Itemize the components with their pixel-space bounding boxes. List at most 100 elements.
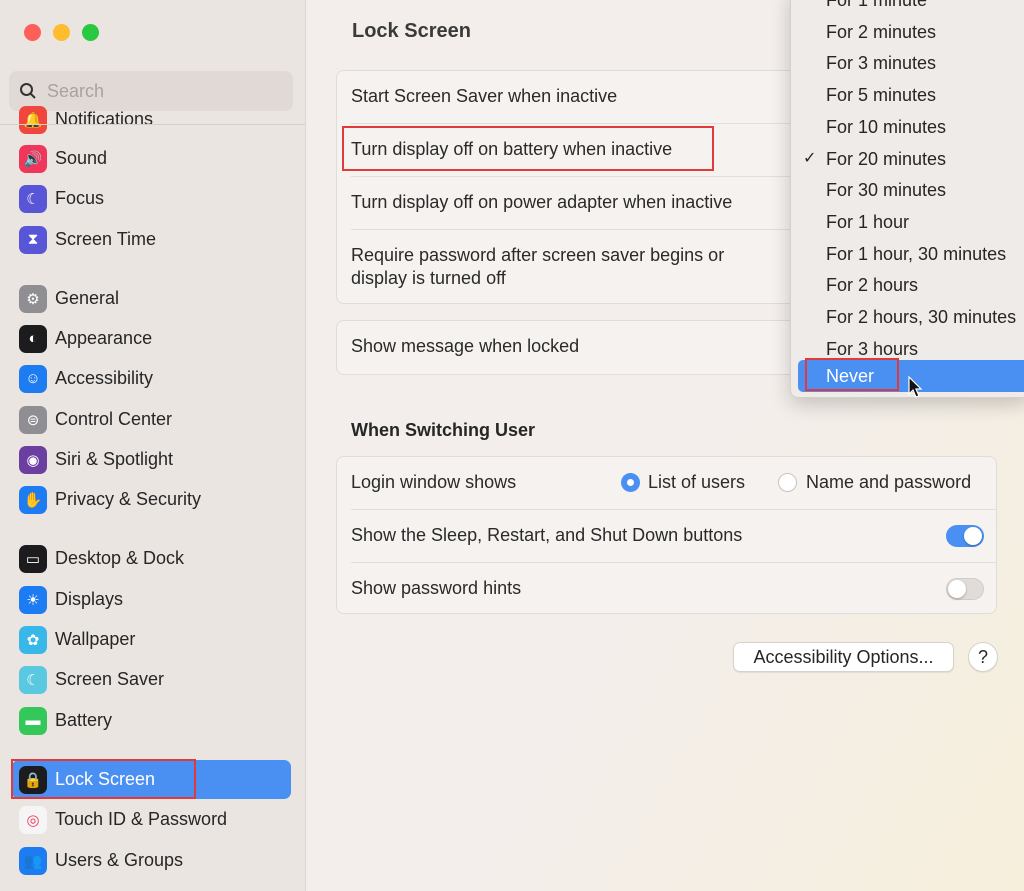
- checkmark-icon: ✓: [803, 149, 817, 167]
- sidebar-item-label: Displays: [55, 589, 124, 609]
- close-button[interactable]: [24, 24, 41, 41]
- moon-icon: ☾: [19, 184, 47, 213]
- radio-name-and-password[interactable]: [778, 473, 797, 492]
- display-off-adapter-label: Turn display off on power adapter when i…: [351, 192, 733, 212]
- hourglass-icon: ⧗: [19, 225, 47, 254]
- sidebar-item-label: Screen Saver: [55, 669, 165, 689]
- users-icon: 👥: [19, 846, 47, 875]
- menu-item-label: For 30 minutes: [826, 180, 947, 201]
- start-screen-saver-label: Start Screen Saver when inactive: [351, 86, 618, 106]
- menu-item[interactable]: For 2 hours: [791, 269, 1024, 301]
- sleep-buttons-toggle[interactable]: [946, 525, 984, 547]
- password-hints-label: Show password hints: [351, 578, 522, 598]
- sidebar-item-control-center[interactable]: ⊜ Control Center: [12, 400, 291, 439]
- menu-item-label: For 3 hours: [826, 338, 919, 359]
- sidebar-item-general[interactable]: ⚙ General: [12, 279, 291, 318]
- radio-name-and-password-label[interactable]: Name and password: [806, 471, 971, 494]
- menu-item[interactable]: For 1 hour: [791, 206, 1024, 238]
- appearance-icon: ◐: [19, 324, 47, 353]
- toggles-icon: ⊜: [19, 405, 47, 434]
- sleep-buttons-label: Show the Sleep, Restart, and Shut Down b…: [351, 525, 743, 545]
- menu-item[interactable]: ✓ For 20 minutes: [791, 143, 1024, 175]
- radio-list-of-users-label[interactable]: List of users: [648, 471, 745, 494]
- display-off-battery-label[interactable]: Turn display off on battery when inactiv…: [351, 138, 672, 161]
- menu-item-label: For 1 minute: [826, 0, 928, 10]
- sidebar-item-sound[interactable]: 🔊 Sound: [12, 139, 291, 178]
- accessibility-icon: ☺: [19, 364, 47, 393]
- search-icon: [20, 83, 36, 99]
- menu-item[interactable]: For 1 minute: [791, 0, 1024, 16]
- zoom-button[interactable]: [82, 24, 99, 41]
- sidebar-item-focus[interactable]: ☾ Focus: [12, 179, 291, 218]
- menu-item-label: For 20 minutes: [826, 148, 947, 169]
- sidebar-item-appearance[interactable]: ◐ Appearance: [12, 319, 291, 358]
- minimize-button[interactable]: [53, 24, 70, 41]
- gear-icon: ⚙: [19, 284, 47, 313]
- menu-item-label: For 2 hours: [826, 275, 919, 296]
- sidebar-item-label: Desktop & Dock: [55, 548, 185, 568]
- flower-icon: ✿: [19, 625, 47, 654]
- bell-icon: 🔔: [19, 105, 47, 134]
- sidebar-item-siri-spotlight[interactable]: ◉ Siri & Spotlight: [12, 440, 291, 479]
- sidebar: Search 🔔 Notifications 🔊 Sound ☾ Focus ⧗ Screen…: [0, 0, 306, 891]
- menu-item[interactable]: For 10 minutes: [791, 111, 1024, 143]
- sidebar-item-displays[interactable]: ☀ Displays: [12, 580, 291, 619]
- battery-icon: ▬: [19, 706, 47, 735]
- speaker-icon: 🔊: [19, 144, 47, 173]
- menu-item[interactable]: For 2 hours, 30 minutes: [791, 301, 1024, 333]
- switching-user-heading: When Switching User: [351, 420, 536, 440]
- sidebar-item-notifications[interactable]: 🔔 Notifications: [12, 100, 291, 139]
- menu-item-label: For 1 hour, 30 minutes: [826, 243, 1007, 264]
- sidebar-item-label: Privacy & Security: [55, 489, 202, 509]
- sidebar-item-label: Wallpaper: [55, 629, 136, 649]
- switching-user-card: Login window shows List of users Name an…: [336, 456, 997, 614]
- menu-item[interactable]: For 2 minutes: [791, 16, 1024, 48]
- menu-item-label: Never: [826, 366, 875, 386]
- sidebar-item-label: Sound: [55, 148, 108, 168]
- screensaver-icon: ☾: [19, 665, 47, 694]
- sidebar-item-users-groups[interactable]: 👥 Users & Groups: [12, 841, 291, 880]
- menu-item-label: For 5 minutes: [826, 85, 937, 106]
- page-title: Lock Screen: [352, 20, 471, 42]
- fingerprint-icon: ◎: [19, 805, 47, 834]
- sidebar-item-label: Control Center: [55, 409, 173, 429]
- menu-item-label: For 1 hour: [826, 211, 910, 232]
- lock-icon: 🔒: [19, 765, 47, 794]
- show-message-label: Show message when locked: [351, 336, 580, 356]
- mouse-cursor-icon: [908, 376, 923, 398]
- sidebar-item-wallpaper[interactable]: ✿ Wallpaper: [12, 620, 291, 659]
- require-password-label: Require password after screen saver begi…: [351, 245, 725, 288]
- accessibility-options-button[interactable]: Accessibility Options...: [733, 642, 954, 672]
- sidebar-item-accessibility[interactable]: ☺ Accessibility: [12, 359, 291, 398]
- menu-item-label: For 2 minutes: [826, 21, 937, 42]
- divider: [0, 124, 305, 125]
- sidebar-item-label: Siri & Spotlight: [55, 449, 174, 469]
- menu-item[interactable]: For 5 minutes: [791, 79, 1024, 111]
- sidebar-item-label: Touch ID & Password: [55, 809, 228, 829]
- radio-list-of-users[interactable]: [621, 473, 640, 492]
- sidebar-item-label: Screen Time: [55, 229, 157, 249]
- sidebar-item-lock-screen[interactable]: 🔒 Lock Screen: [12, 760, 291, 799]
- menu-item[interactable]: For 1 hour, 30 minutes: [791, 238, 1024, 270]
- login-window-label: Login window shows: [351, 472, 517, 492]
- menu-item[interactable]: For 30 minutes: [791, 174, 1024, 206]
- password-hints-toggle[interactable]: [946, 578, 984, 600]
- sidebar-item-label: Battery: [55, 710, 113, 730]
- sidebar-item-privacy-security[interactable]: ✋ Privacy & Security: [12, 480, 291, 519]
- search-placeholder: Search: [47, 80, 105, 101]
- help-button[interactable]: ?: [968, 642, 998, 672]
- sidebar-item-battery[interactable]: ▬ Battery: [12, 701, 291, 740]
- dock-icon: ▭: [19, 544, 47, 573]
- sidebar-item-desktop-dock[interactable]: ▭ Desktop & Dock: [12, 539, 291, 578]
- sidebar-item-label: Lock Screen: [55, 769, 156, 789]
- sidebar-item-touch-id-password[interactable]: ◎ Touch ID & Password: [12, 800, 291, 839]
- hand-icon: ✋: [19, 485, 47, 514]
- sidebar-item-label: Focus: [55, 188, 105, 208]
- siri-icon: ◉: [19, 445, 47, 474]
- sidebar-item-screen-time[interactable]: ⧗ Screen Time: [12, 220, 291, 259]
- sidebar-item-label: Notifications: [55, 109, 154, 129]
- sidebar-item-label: Appearance: [55, 328, 153, 348]
- menu-item[interactable]: For 3 minutes: [791, 47, 1024, 79]
- sidebar-item-screen-saver[interactable]: ☾ Screen Saver: [12, 660, 291, 699]
- sun-icon: ☀: [19, 585, 47, 614]
